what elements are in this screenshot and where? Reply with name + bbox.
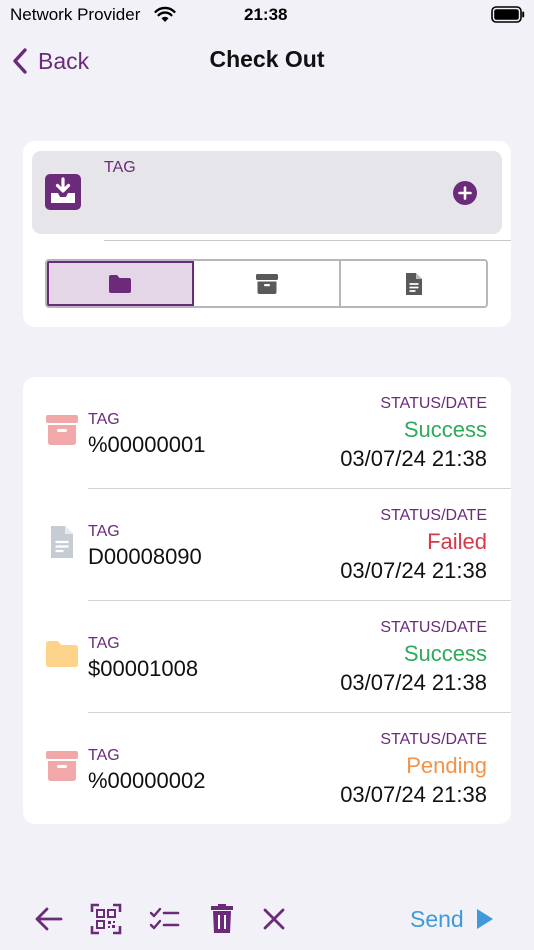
- select-all-button[interactable]: [148, 903, 180, 935]
- archive-box-icon: [255, 273, 278, 294]
- scan-button[interactable]: [90, 903, 122, 935]
- status-text: Success: [403, 417, 487, 442]
- segment-folder[interactable]: [47, 261, 194, 306]
- segment-archive[interactable]: [194, 261, 341, 306]
- tag-value: D00008090: [88, 544, 202, 569]
- document-icon: [51, 526, 73, 558]
- clock-time: 21:38: [244, 5, 288, 24]
- date-text: 03/07/24 21:38: [340, 782, 487, 807]
- tag-label: TAG: [88, 523, 120, 540]
- carrier-name: Network Provider: [10, 5, 141, 24]
- bottom-toolbar: Send: [0, 895, 534, 943]
- tag-value: %00000001: [88, 432, 206, 457]
- clear-button[interactable]: [258, 903, 290, 935]
- tag-input-field[interactable]: TAG: [32, 151, 502, 234]
- tag-label: TAG: [88, 747, 120, 764]
- archive-box-icon: [46, 415, 78, 445]
- list-item[interactable]: TAG %00000002 STATUS/DATE Pending 03/07/…: [23, 713, 511, 825]
- segment-document[interactable]: [341, 261, 486, 306]
- close-icon: [263, 908, 285, 930]
- status-text: Success: [403, 641, 487, 666]
- folder-icon: [46, 641, 78, 667]
- inbox-download-icon: [45, 174, 81, 210]
- back-arrow-button[interactable]: [33, 903, 65, 935]
- archive-box-icon: [46, 751, 78, 781]
- tag-field-label: TAG: [104, 159, 136, 176]
- tag-value: %00000002: [88, 768, 206, 793]
- date-text: 03/07/24 21:38: [340, 558, 487, 583]
- folder-icon: [108, 274, 131, 293]
- tag-label: TAG: [88, 635, 120, 652]
- delete-button[interactable]: [206, 903, 238, 935]
- trash-icon: [211, 904, 233, 933]
- tag-value: $00001008: [88, 656, 199, 681]
- status-date-label: STATUS/DATE: [380, 507, 487, 524]
- plus-circle-icon[interactable]: [452, 180, 478, 206]
- list-item[interactable]: TAG D00008090 STATUS/DATE Failed 03/07/2…: [23, 489, 511, 601]
- status-text: Pending: [406, 753, 487, 778]
- list-item[interactable]: TAG $00001008 STATUS/DATE Success 03/07/…: [23, 601, 511, 713]
- status-date-label: STATUS/DATE: [380, 395, 487, 412]
- page-title: Check Out: [209, 46, 325, 72]
- results-list: TAG %00000001 STATUS/DATE Success 03/07/…: [23, 377, 511, 824]
- status-date-label: STATUS/DATE: [380, 619, 487, 636]
- type-segmented-control: [45, 259, 488, 308]
- tag-label: TAG: [88, 411, 120, 428]
- field-underline: [104, 240, 511, 241]
- battery-icon: [491, 6, 525, 23]
- nav-bar: Back Check Out: [0, 38, 534, 82]
- send-button[interactable]: Send: [410, 904, 494, 934]
- status-bar: Network Provider 21:38: [0, 0, 534, 30]
- play-icon: [476, 909, 493, 929]
- list-item[interactable]: TAG %00000001 STATUS/DATE Success 03/07/…: [23, 377, 511, 489]
- wifi-icon: [154, 6, 176, 22]
- date-text: 03/07/24 21:38: [340, 446, 487, 471]
- send-label: Send: [410, 905, 464, 932]
- checklist-icon: [149, 907, 180, 930]
- arrow-left-icon: [35, 907, 63, 931]
- document-icon: [405, 272, 422, 295]
- qr-scan-icon: [90, 903, 122, 935]
- date-text: 03/07/24 21:38: [340, 670, 487, 695]
- tag-input-card: TAG: [23, 141, 511, 327]
- status-text: Failed: [427, 529, 487, 554]
- status-date-label: STATUS/DATE: [380, 731, 487, 748]
